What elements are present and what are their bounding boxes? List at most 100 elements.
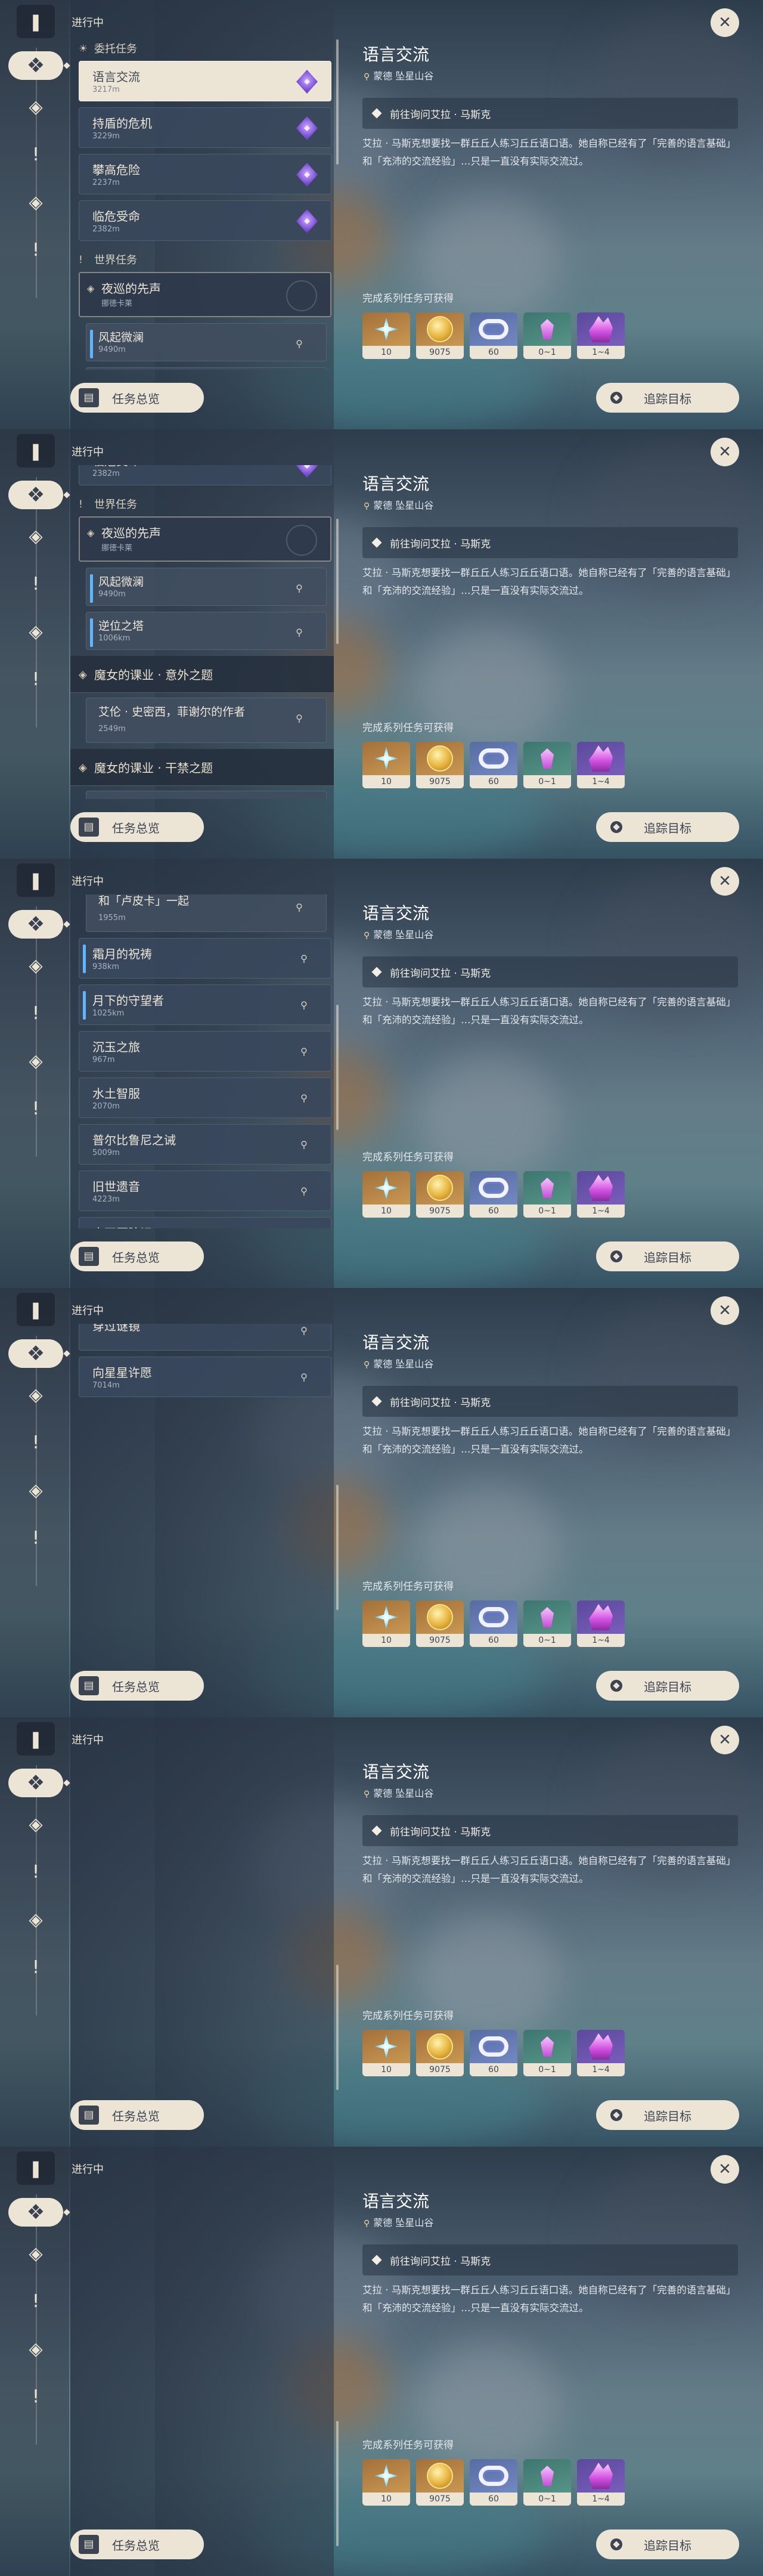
event-quest-icon[interactable]: !: [21, 236, 50, 264]
world-quest-icon[interactable]: !: [21, 140, 50, 169]
reward-item[interactable]: 0~1: [523, 742, 571, 788]
archon-quest-icon[interactable]: ❖: [8, 910, 63, 939]
reward-item[interactable]: 9075: [416, 2030, 464, 2076]
quest-item[interactable]: 穿过谜镜 ⚲: [79, 1324, 331, 1351]
track-target-button[interactable]: 追踪目标: [596, 1241, 739, 1271]
quest-list-scroll[interactable]: ☀委托任务语言交流3217m持盾的危机3229m攀高危险2237m临危受命238…: [70, 1324, 334, 1658]
close-button[interactable]: ✕: [711, 8, 739, 37]
quest-item[interactable]: 旧世遗音 4223m ⚲: [79, 1171, 331, 1211]
reward-item[interactable]: 1~4: [577, 1171, 625, 1218]
map-pin-icon[interactable]: ⚲: [299, 1185, 309, 1199]
book-icon[interactable]: ❚: [17, 434, 55, 467]
list-scrollbar[interactable]: [336, 1965, 339, 2090]
reward-item[interactable]: 1~4: [577, 312, 625, 359]
reward-item[interactable]: 9075: [416, 1600, 464, 1647]
quest-list-scroll[interactable]: ☀委托任务语言交流3217m持盾的危机3229m攀高危险2237m临危受命238…: [70, 1753, 334, 2087]
world-quest-icon[interactable]: !: [21, 1428, 50, 1457]
map-pin-icon[interactable]: ⚲: [299, 1046, 309, 1059]
commission-icon[interactable]: ◈: [21, 2334, 50, 2363]
quest-item-commission[interactable]: 持盾的危机 3229m: [79, 107, 331, 148]
reward-item[interactable]: 9075: [416, 1171, 464, 1218]
quest-chain-header[interactable]: ◈ 魔女的课业 · 干禁之题: [70, 749, 334, 786]
track-target-button[interactable]: 追踪目标: [596, 383, 739, 413]
list-scrollbar[interactable]: [336, 519, 339, 644]
quest-item-commission[interactable]: 临危受命2382m: [79, 200, 331, 241]
quest-item-sub[interactable]: 艾伦 · 史密西，菲谢尔的作者 2549m ⚲: [86, 698, 327, 743]
reward-item[interactable]: 60: [470, 742, 517, 788]
quest-item-commission[interactable]: 攀高危险 2237m: [79, 154, 331, 194]
reward-item[interactable]: 9075: [416, 312, 464, 359]
quest-chain-header[interactable]: ◈ 魔女的课业 · 意外之题: [70, 656, 334, 693]
quest-item-sub[interactable]: 逆位之塔1006km ⚲: [86, 612, 327, 650]
map-pin-icon[interactable]: ⚲: [294, 627, 305, 640]
quest-item-commission[interactable]: 临危受命2382m: [79, 465, 331, 485]
quest-overview-button[interactable]: ▤ 任务总览: [70, 2529, 204, 2559]
map-pin-icon[interactable]: ⚲: [299, 953, 309, 966]
reward-item[interactable]: 10: [362, 312, 410, 359]
book-icon[interactable]: ❚: [17, 1293, 55, 1326]
reward-item[interactable]: 60: [470, 2459, 517, 2506]
archon-quest-icon[interactable]: ❖: [8, 1769, 63, 1797]
close-button[interactable]: ✕: [711, 867, 739, 896]
book-icon[interactable]: ❚: [17, 5, 55, 38]
quest-item[interactable]: 普尔比鲁尼之诫 5009m ⚲: [79, 1124, 331, 1165]
track-target-button[interactable]: 追踪目标: [596, 1671, 739, 1701]
close-button[interactable]: ✕: [711, 2155, 739, 2184]
commission-icon[interactable]: ◈: [21, 188, 50, 216]
quest-list-scroll[interactable]: ☀委托任务语言交流3217m持盾的危机3229m攀高危险2237m临危受命238…: [70, 2182, 334, 2516]
commission-icon[interactable]: ◈: [21, 1476, 50, 1504]
archon-quest-icon[interactable]: ❖: [8, 1339, 63, 1368]
reward-item[interactable]: 1~4: [577, 1600, 625, 1647]
reward-item[interactable]: 0~1: [523, 2459, 571, 2506]
commission-icon[interactable]: ◈: [21, 1905, 50, 1934]
reward-item[interactable]: 0~1: [523, 1600, 571, 1647]
world-quest-icon[interactable]: !: [21, 999, 50, 1027]
book-icon[interactable]: ❚: [17, 2151, 55, 2185]
event-quest-icon[interactable]: !: [21, 1094, 50, 1123]
quest-item-sub[interactable]: 和「卢皮卡」一起 1955m ⚲: [86, 894, 327, 932]
world-quest-icon[interactable]: !: [21, 569, 50, 598]
world-quest-icon[interactable]: !: [21, 1857, 50, 1886]
reward-item[interactable]: 10: [362, 2030, 410, 2076]
track-target-button[interactable]: 追踪目标: [596, 812, 739, 842]
quest-item[interactable]: 霜月的祝祷 938km ⚲: [79, 938, 331, 979]
reward-item[interactable]: 10: [362, 1600, 410, 1647]
track-target-button[interactable]: 追踪目标: [596, 2529, 739, 2559]
reward-item[interactable]: 0~1: [523, 312, 571, 359]
story-quest-icon[interactable]: ◈: [21, 522, 50, 550]
quest-list-scroll[interactable]: ☀委托任务语言交流3217m持盾的危机3229m攀高危险2237m临危受命238…: [70, 465, 334, 799]
quest-overview-button[interactable]: ▤ 任务总览: [70, 383, 204, 413]
reward-item[interactable]: 10: [362, 1171, 410, 1218]
quest-item[interactable]: 月下的守望者 1025km ⚲: [79, 984, 331, 1025]
quest-list-scroll[interactable]: ☀委托任务语言交流3217m持盾的危机3229m攀高危险2237m临危受命238…: [70, 894, 334, 1228]
commission-icon[interactable]: ◈: [21, 1046, 50, 1075]
story-quest-icon[interactable]: ◈: [21, 92, 50, 121]
reward-item[interactable]: 9075: [416, 2459, 464, 2506]
map-pin-icon[interactable]: ⚲: [299, 1092, 309, 1106]
story-quest-icon[interactable]: ◈: [21, 951, 50, 980]
map-pin-icon[interactable]: ⚲: [294, 583, 305, 596]
story-quest-icon[interactable]: ◈: [21, 2239, 50, 2268]
event-quest-icon[interactable]: !: [21, 1953, 50, 1981]
quest-item-sub[interactable]: 枯林无法映星月2506m⚲: [86, 791, 327, 799]
close-button[interactable]: ✕: [711, 1296, 739, 1325]
world-quest-icon[interactable]: !: [21, 2287, 50, 2315]
reward-item[interactable]: 0~1: [523, 2030, 571, 2076]
quest-item-sub[interactable]: 风起微澜 9490m ⚲: [86, 568, 327, 606]
close-button[interactable]: ✕: [711, 1726, 739, 1754]
quest-chain-header[interactable]: ◈ 夜巡的先声 挪徳卡莱: [79, 272, 331, 317]
story-quest-icon[interactable]: ◈: [21, 1380, 50, 1409]
book-icon[interactable]: ❚: [17, 863, 55, 897]
map-pin-icon[interactable]: ⚲: [299, 1325, 309, 1338]
reward-item[interactable]: 10: [362, 742, 410, 788]
reward-item[interactable]: 0~1: [523, 1171, 571, 1218]
list-scrollbar[interactable]: [336, 39, 339, 165]
reward-item[interactable]: 60: [470, 1171, 517, 1218]
quest-chain-header[interactable]: ◈ 夜巡的先声 挪徳卡莱: [79, 516, 331, 562]
map-pin-icon[interactable]: ⚲: [299, 1371, 309, 1385]
map-pin-icon[interactable]: ⚲: [299, 999, 309, 1013]
map-pin-icon[interactable]: ⚲: [294, 338, 305, 351]
quest-overview-button[interactable]: ▤ 任务总览: [70, 1671, 204, 1701]
map-pin-icon[interactable]: ⚲: [294, 902, 305, 915]
quest-overview-button[interactable]: ▤ 任务总览: [70, 1241, 204, 1271]
